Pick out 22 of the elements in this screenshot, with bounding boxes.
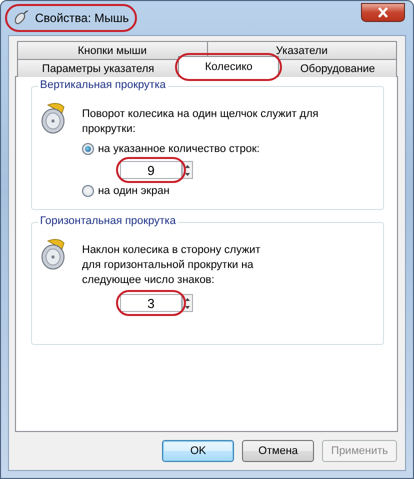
mouse-icon [13,10,29,26]
group-title: Вертикальная прокрутка [38,79,168,91]
tab[interactable]: Параметры указателя [17,59,180,77]
group-title: Горизонтальная прокрутка [38,215,178,227]
number-field[interactable]: 9 [120,161,182,179]
spin-down-button[interactable] [183,303,192,311]
tab[interactable]: Указатели [206,41,397,59]
spin-down-button[interactable] [182,170,192,178]
dialog-button[interactable]: Отмена [242,440,314,462]
dialog-button[interactable]: OK [162,440,234,462]
description-text: Наклон колесика в сторону служит для горизонтальной прокрутки на следующее число знаков: [82,243,262,288]
close-button[interactable] [361,2,405,22]
number-field[interactable]: 3 [120,294,182,312]
tab[interactable]: Оборудование [278,59,398,77]
radio-label[interactable]: на один экран [98,185,170,197]
radio-button[interactable] [82,185,94,197]
radio-button[interactable] [82,143,94,155]
radio-label[interactable]: на указанное количество строк: [98,143,260,155]
description-text: Поворот колесика на один щелчок служит для прокрутки: [82,107,320,137]
window-title: Свойства: Мышь [35,11,129,25]
tab[interactable]: Кнопки мыши [17,41,208,59]
close-icon [377,6,389,18]
